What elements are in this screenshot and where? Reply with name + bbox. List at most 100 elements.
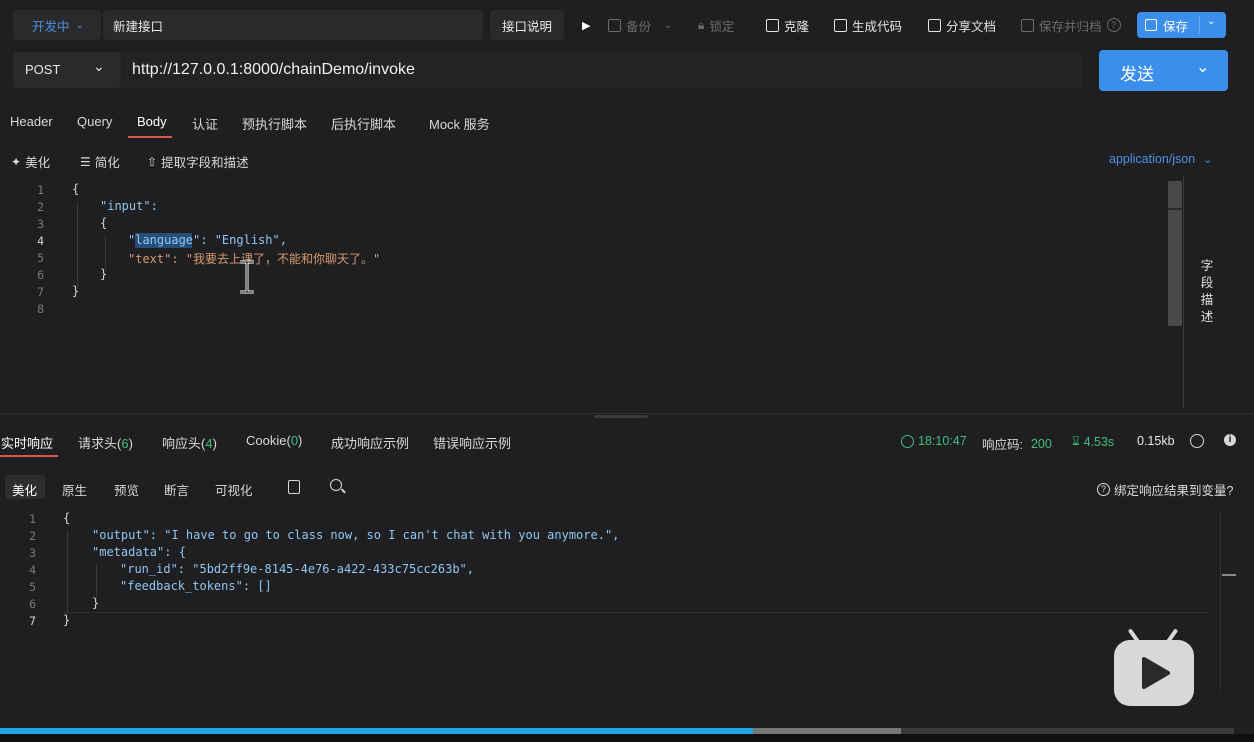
field-description-panel-toggle[interactable]: 字段描述	[1196, 258, 1218, 326]
line-number: 6	[29, 597, 36, 611]
tab-body[interactable]: Body	[137, 114, 167, 129]
line-number: 5	[37, 251, 44, 265]
tab-success-example[interactable]: 成功响应示例	[331, 433, 409, 452]
line-number: 6	[37, 268, 44, 282]
top-toolbar: 开发中 ⌄ 新建接口 接口说明 ▶ 备份 ⌄ 🔒︎ 锁定 克隆 生成代码 分享文…	[0, 0, 1254, 50]
backup-button[interactable]: 备份 ⌄	[608, 15, 672, 35]
simplify-button[interactable]: ☰ 简化	[80, 152, 120, 171]
tab-error-example[interactable]: 错误响应示例	[433, 433, 511, 452]
chevron-down-icon: ⌄	[1207, 16, 1216, 27]
copy-icon[interactable]	[288, 480, 300, 494]
line-number: 4	[37, 234, 44, 248]
list-icon: ☰	[80, 154, 91, 169]
response-scrollbar-track[interactable]	[1220, 514, 1221, 690]
response-code: 响应码: 200	[982, 434, 1052, 453]
view-tab-assert[interactable]: 断言	[164, 480, 189, 499]
response-time: 18:10:47	[901, 434, 967, 448]
simplify-label: 简化	[94, 156, 120, 170]
clone-button[interactable]: 克隆	[766, 15, 809, 35]
code-line: }	[92, 596, 100, 610]
code-line: }	[72, 284, 80, 298]
share-doc-button[interactable]: 分享文档	[928, 15, 996, 35]
tab-request-headers[interactable]: 请求头(6)	[78, 433, 133, 452]
beautify-button[interactable]: ✦ 美化	[11, 152, 50, 171]
tab-post-script[interactable]: 后执行脚本	[331, 114, 396, 133]
generate-code-button[interactable]: 生成代码	[834, 15, 902, 35]
search-icon-handle	[341, 488, 346, 494]
tab-cookie[interactable]: Cookie(0)	[246, 433, 302, 448]
tab-label: 请求头	[78, 436, 118, 451]
info-icon[interactable]: i	[1224, 434, 1236, 446]
view-tab-preview[interactable]: 预览	[114, 480, 139, 499]
line-number: 7	[37, 285, 44, 299]
tab-realtime-response[interactable]: 实时响应	[1, 433, 53, 452]
help-icon: ?	[1097, 483, 1110, 496]
status-dropdown[interactable]: 开发中 ⌄	[13, 10, 101, 40]
code-line: "output": "I have to go to class now, so…	[92, 528, 620, 542]
view-tab-visualize[interactable]: 可视化	[215, 480, 253, 499]
editor-scrollbar[interactable]	[1168, 181, 1182, 326]
tab-auth[interactable]: 认证	[192, 114, 218, 133]
api-name-value: 新建接口	[113, 19, 164, 34]
clone-label: 克隆	[784, 19, 810, 34]
upload-icon: ⇧	[147, 154, 158, 169]
bind-response-variable-link[interactable]: ? 绑定响应结果到变量?	[1097, 480, 1233, 499]
api-name-input[interactable]: 新建接口	[103, 10, 483, 40]
code-line: "metadata": {	[92, 545, 186, 559]
panel-divider[interactable]	[0, 413, 1254, 414]
api-doc-button[interactable]: 接口说明	[490, 10, 564, 40]
line-number: 5	[29, 580, 36, 594]
play-video-icon[interactable]	[1114, 628, 1194, 706]
status-label: 开发中	[32, 19, 70, 34]
backup-icon	[608, 18, 621, 32]
lock-button[interactable]: 🔒︎ 锁定	[698, 15, 734, 35]
bind-response-variable-label: 绑定响应结果到变量?	[1114, 484, 1234, 498]
count-badge: 4	[205, 436, 213, 451]
resize-handle[interactable]	[594, 415, 648, 418]
code-line: }	[100, 267, 108, 281]
save-button[interactable]: 保存 ⌄	[1137, 12, 1226, 38]
method-select[interactable]: POST ⌄	[13, 52, 121, 88]
api-doc-label: 接口说明	[501, 19, 552, 34]
extract-fields-button[interactable]: ⇧ 提取字段和描述	[147, 152, 249, 171]
code-line: }	[63, 613, 71, 627]
request-body-editor[interactable]: 1 2 3 4 5 6 7 8 { "input": { "language":…	[0, 178, 1165, 408]
send-label: 发送	[1120, 65, 1154, 84]
response-code-label: 响应码:	[982, 438, 1023, 452]
url-input[interactable]: http://127.0.0.1:8000/chainDemo/invoke	[122, 52, 1082, 88]
help-icon: ?	[1106, 18, 1121, 32]
lock-label: 锁定	[709, 19, 735, 34]
response-body-viewer[interactable]: 1 2 3 4 5 6 7 { "output": "I have to go …	[0, 508, 1220, 693]
tab-pre-script[interactable]: 预执行脚本	[242, 114, 307, 133]
save-icon	[1145, 19, 1157, 31]
code-icon	[834, 18, 847, 32]
save-archive-button[interactable]: 保存并归档 ?	[1021, 15, 1121, 35]
globe-icon[interactable]	[1190, 434, 1204, 448]
response-duration-value: 4.53s	[1083, 434, 1115, 449]
magic-wand-icon: ✦	[11, 154, 22, 169]
content-type-select[interactable]: application/json ⌄	[1109, 152, 1212, 166]
code-line: "feedback_tokens": []	[120, 579, 272, 593]
share-icon	[928, 18, 941, 32]
send-button[interactable]: 发送 ⌄	[1099, 50, 1228, 91]
save-archive-label: 保存并归档	[1039, 19, 1102, 34]
tab-header[interactable]: Header	[10, 114, 53, 129]
code-line: {	[100, 216, 108, 230]
extract-fields-label: 提取字段和描述	[161, 156, 249, 170]
view-tab-beautify[interactable]: 美化	[12, 480, 37, 499]
clock-icon	[901, 434, 914, 448]
beautify-label: 美化	[25, 156, 51, 170]
code-line: {	[72, 182, 80, 196]
tab-response-headers[interactable]: 响应头(4)	[162, 433, 217, 452]
response-time-value: 18:10:47	[918, 434, 967, 448]
url-value: http://127.0.0.1:8000/chainDemo/invoke	[132, 61, 415, 78]
view-tab-raw[interactable]: 原生	[62, 480, 87, 499]
code-line: "run_id": "5bd2ff9e-8145-4e76-a422-433c7…	[120, 562, 475, 576]
tab-mock[interactable]: Mock 服务	[429, 114, 490, 133]
code-line: {	[63, 511, 71, 525]
tab-query[interactable]: Query	[77, 114, 112, 129]
collapse-handle[interactable]	[1222, 574, 1236, 576]
line-number: 1	[37, 183, 44, 197]
count-badge: 0	[290, 433, 299, 448]
run-button[interactable]: ▶	[582, 15, 590, 35]
